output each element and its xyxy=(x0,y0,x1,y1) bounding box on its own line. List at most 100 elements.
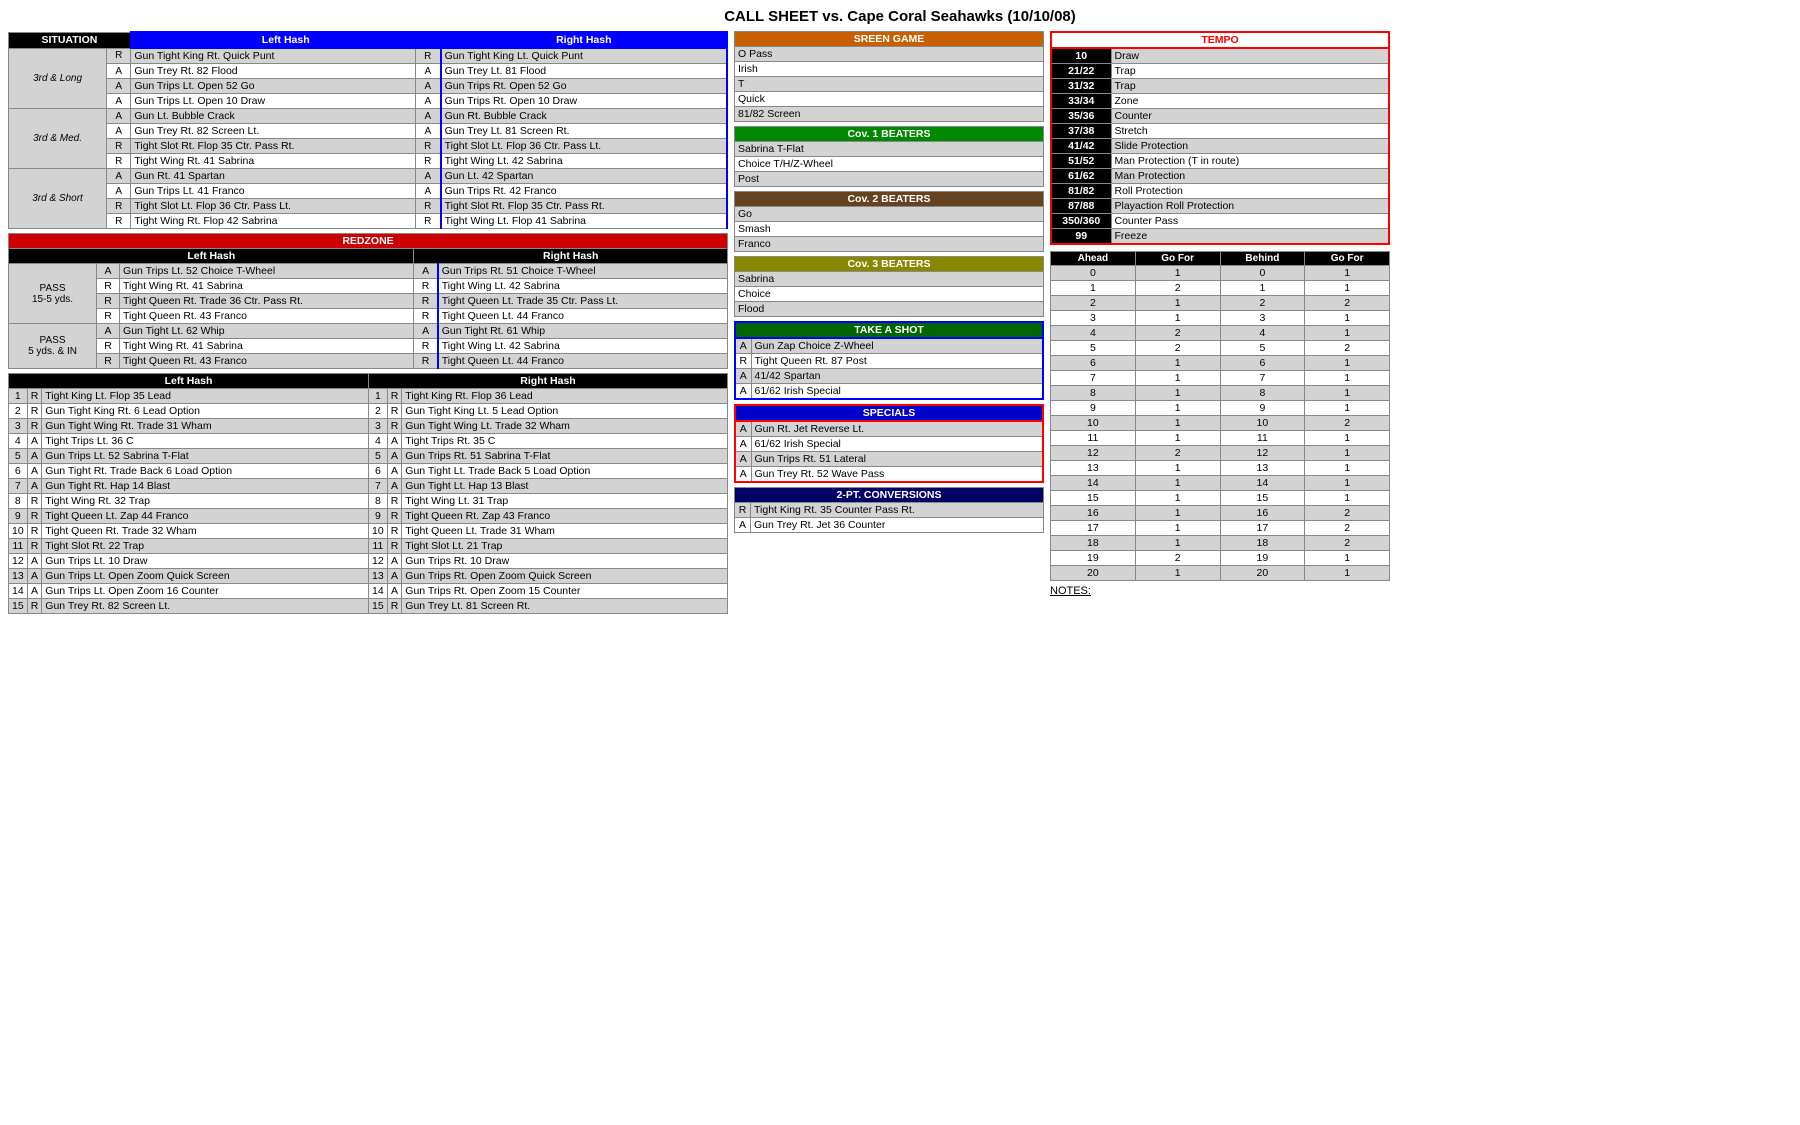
rh-play: Gun Tight King Lt. 5 Lead Option xyxy=(402,404,728,419)
notes-label: NOTES: xyxy=(1050,585,1390,597)
ahead-cell: 9 xyxy=(1051,401,1136,416)
play-type: A xyxy=(735,452,751,467)
ahead-cell: 13 xyxy=(1051,461,1136,476)
behind-cell: 15 xyxy=(1220,491,1305,506)
tempo-desc: Trap xyxy=(1111,79,1389,94)
play-type: R xyxy=(27,404,42,419)
gofor2-cell: 1 xyxy=(1305,551,1390,566)
play-number: 4 xyxy=(9,434,28,449)
specials-row: AGun Trips Rt. 51 Lateral xyxy=(735,452,1043,467)
situation-row: RTight Wing Rt. 41 SabrinaRTight Wing Lt… xyxy=(9,154,728,169)
rh-play: Tight Slot Lt. 21 Trap xyxy=(402,539,728,554)
lower-play-row: 7AGun Tight Rt. Hap 14 Blast7AGun Tight … xyxy=(9,479,728,494)
gofor1-cell: 1 xyxy=(1135,311,1220,326)
play-type-rh: R xyxy=(387,524,402,539)
behind-cell: 7 xyxy=(1220,371,1305,386)
play-number-rh: 13 xyxy=(369,569,388,584)
play-type-rh: R xyxy=(387,509,402,524)
gofor2-cell: 2 xyxy=(1305,416,1390,431)
behind-cell: 17 xyxy=(1220,521,1305,536)
play-type: R xyxy=(27,509,42,524)
gofor2-cell: 1 xyxy=(1305,491,1390,506)
conversion-play: Gun Trey Rt. Jet 36 Counter xyxy=(751,518,1044,533)
play-type-rh: A xyxy=(416,109,441,124)
lh-play: Tight Wing Rt. 32 Trap xyxy=(42,494,369,509)
situation-row: AGun Trips Lt. Open 52 GoAGun Trips Rt. … xyxy=(9,79,728,94)
play-type-rh: R xyxy=(414,294,438,309)
play-type: A xyxy=(735,437,751,452)
lh-play: Tight Queen Rt. Trade 32 Wham xyxy=(42,524,369,539)
gofor-row: 122121 xyxy=(1051,446,1390,461)
behind-cell: 9 xyxy=(1220,401,1305,416)
lh-play: Gun Trips Lt. 41 Franco xyxy=(131,184,416,199)
lh-play: Gun Trips Lt. Open 52 Go xyxy=(131,79,416,94)
lower-play-row: 9RTight Queen Lt. Zap 44 Franco9RTight Q… xyxy=(9,509,728,524)
situation-row: 3rd & ShortAGun Rt. 41 SpartanAGun Lt. 4… xyxy=(9,169,728,184)
rh-play: Tight Queen Rt. Zap 43 Franco xyxy=(402,509,728,524)
play-type: A xyxy=(27,464,42,479)
redzone-header: REDZONE xyxy=(9,234,728,249)
cov2-row: Franco xyxy=(735,237,1044,252)
tempo-row: 37/38Stretch xyxy=(1051,124,1389,139)
take-shot-header: TAKE A SHOT xyxy=(735,322,1043,338)
ahead-cell: 8 xyxy=(1051,386,1136,401)
gofor1-cell: 1 xyxy=(1135,266,1220,281)
redzone-pass2-row: PASS5 yds. & INAGun Tight Lt. 62 WhipAGu… xyxy=(9,324,728,339)
situation-row: AGun Trey Rt. 82 FloodAGun Trey Lt. 81 F… xyxy=(9,64,728,79)
tempo-desc: Counter Pass xyxy=(1111,214,1389,229)
gofor-row: 7171 xyxy=(1051,371,1390,386)
cov2-play: Go xyxy=(735,207,1044,222)
situation-table: SITUATION Left Hash Right Hash 3rd & Lon… xyxy=(8,31,728,229)
gofor1-cell: 2 xyxy=(1135,281,1220,296)
ahead-cell: 14 xyxy=(1051,476,1136,491)
tempo-number: 31/32 xyxy=(1051,79,1111,94)
redzone-pass1-row: RTight Wing Rt. 41 SabrinaRTight Wing Lt… xyxy=(9,279,728,294)
play-type: A xyxy=(27,584,42,599)
take-shot-play: 41/42 Spartan xyxy=(751,369,1043,384)
tempo-number: 99 xyxy=(1051,229,1111,245)
play-type-rh: A xyxy=(387,569,402,584)
lh-play: Tight Wing Rt. 41 Sabrina xyxy=(120,339,414,354)
lh-play: Gun Trey Rt. 82 Screen Lt. xyxy=(42,599,369,614)
play-type: A xyxy=(107,79,131,94)
behind-cell: 10 xyxy=(1220,416,1305,431)
play-number: 9 xyxy=(9,509,28,524)
tempo-number: 21/22 xyxy=(1051,64,1111,79)
tempo-row: 99Freeze xyxy=(1051,229,1389,245)
lh-play: Gun Trips Lt. 52 Sabrina T-Flat xyxy=(42,449,369,464)
tempo-number: 87/88 xyxy=(1051,199,1111,214)
redzone-pass2-row: RTight Queen Rt. 43 FrancoRTight Queen L… xyxy=(9,354,728,369)
play-number: 10 xyxy=(9,524,28,539)
play-type: A xyxy=(97,264,120,279)
gofor-ahead-header: Ahead xyxy=(1051,252,1136,266)
rh-play: Gun Tight King Lt. Quick Punt xyxy=(441,48,727,64)
rh-play: Gun Trips Rt. 51 Sabrina T-Flat xyxy=(402,449,728,464)
pass1-label: PASS15-5 yds. xyxy=(9,264,97,324)
lh-play: Gun Lt. Bubble Crack xyxy=(131,109,416,124)
rh-play: Gun Trey Lt. 81 Flood xyxy=(441,64,727,79)
ahead-cell: 20 xyxy=(1051,566,1136,581)
gofor-row: 101102 xyxy=(1051,416,1390,431)
lh-play: Tight Slot Lt. Flop 36 Ctr. Pass Lt. xyxy=(131,199,416,214)
gofor1-cell: 1 xyxy=(1135,491,1220,506)
gofor2-cell: 2 xyxy=(1305,521,1390,536)
play-type-rh: R xyxy=(416,139,441,154)
lh-play: Gun Tight King Rt. Quick Punt xyxy=(131,48,416,64)
cov2-row: Smash xyxy=(735,222,1044,237)
lh-play: Tight Queen Lt. Zap 44 Franco xyxy=(42,509,369,524)
play-type-rh: R xyxy=(387,404,402,419)
redzone-lh-header: Left Hash xyxy=(9,249,414,264)
play-type: R xyxy=(107,48,131,64)
lower-play-row: 12AGun Trips Lt. 10 Draw12AGun Trips Rt.… xyxy=(9,554,728,569)
play-type-rh: R xyxy=(387,419,402,434)
gofor-row: 6161 xyxy=(1051,356,1390,371)
lower-rh-header: Right Hash xyxy=(369,374,728,389)
rh-play: Gun Trips Rt. Open Zoom Quick Screen xyxy=(402,569,728,584)
lower-play-row: 11RTight Slot Rt. 22 Trap11RTight Slot L… xyxy=(9,539,728,554)
gofor2-cell: 2 xyxy=(1305,341,1390,356)
ahead-cell: 4 xyxy=(1051,326,1136,341)
ahead-cell: 11 xyxy=(1051,431,1136,446)
rh-play: Tight King Rt. Flop 36 Lead xyxy=(402,389,728,404)
gofor1-cell: 2 xyxy=(1135,551,1220,566)
lower-play-row: 1RTight King Lt. Flop 35 Lead1RTight Kin… xyxy=(9,389,728,404)
